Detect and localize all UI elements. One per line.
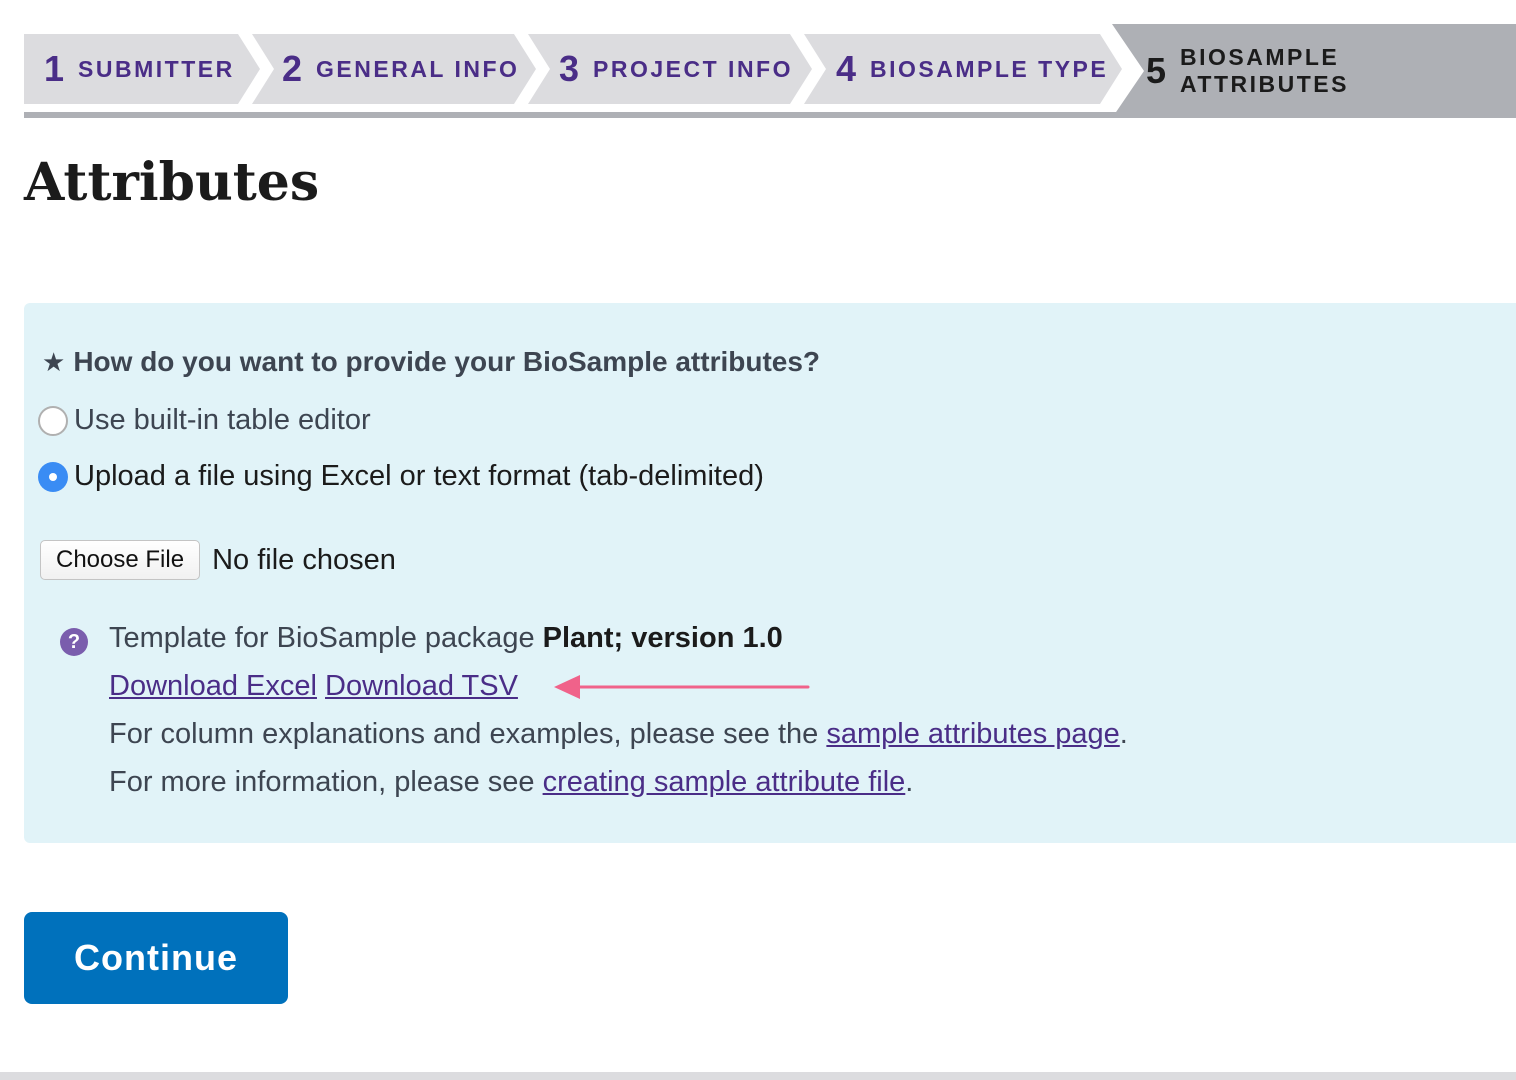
step-label: BIOSAMPLE ATTRIBUTES xyxy=(1180,44,1349,97)
page-title: Attributes xyxy=(24,152,320,213)
step-biosample-type[interactable]: 4 BIOSAMPLE TYPE xyxy=(804,34,1122,104)
continue-button[interactable]: Continue xyxy=(24,912,288,1004)
step-indicator-rule xyxy=(24,112,1516,118)
step-number: 5 xyxy=(1146,50,1167,91)
template-info: Template for BioSample package Plant; ve… xyxy=(109,622,783,655)
template-prefix: Template for BioSample package xyxy=(109,622,543,654)
more-prefix: For more information, please see xyxy=(109,766,543,798)
option-upload-file[interactable]: Upload a file using Excel or text format… xyxy=(38,460,764,493)
file-input: Choose File No file chosen xyxy=(40,540,396,580)
step-label: PROJECT INFO xyxy=(593,55,793,82)
template-package: Plant; version 1.0 xyxy=(542,622,783,654)
step-label: BIOSAMPLE TYPE xyxy=(870,55,1109,82)
step-number: 1 xyxy=(44,48,65,89)
annotation-arrow-icon xyxy=(554,675,810,699)
step-submitter[interactable]: 1 SUBMITTER xyxy=(24,34,260,104)
download-excel-link[interactable]: Download Excel xyxy=(109,670,317,702)
step-general-info[interactable]: 2 GENERAL INFO xyxy=(252,34,536,104)
radio-table-editor[interactable] xyxy=(38,405,68,436)
step-indicator: 1 SUBMITTER 2 GENERAL INFO 3 PROJECT INF… xyxy=(0,0,1516,120)
step-label: SUBMITTER xyxy=(78,55,235,82)
question-circle-icon[interactable]: ? xyxy=(60,628,88,656)
creating-sample-attribute-file-link[interactable]: creating sample attribute file xyxy=(543,766,906,798)
radio-upload-file[interactable] xyxy=(38,461,68,492)
question-text: How do you want to provide your BioSampl… xyxy=(73,346,821,377)
columns-prefix: For column explanations and examples, pl… xyxy=(109,718,827,750)
footer-divider xyxy=(0,1072,1516,1080)
column-explanations: For column explanations and examples, pl… xyxy=(109,718,1128,751)
step-project-info[interactable]: 3 PROJECT INFO xyxy=(528,34,812,104)
option-table-editor[interactable]: Use built-in table editor xyxy=(38,404,371,437)
step-biosample-attributes[interactable]: 5 BIOSAMPLE ATTRIBUTES xyxy=(1112,24,1516,118)
download-links: Download Excel Download TSV xyxy=(109,670,518,703)
step-label: GENERAL INFO xyxy=(316,55,520,82)
step-number: 3 xyxy=(559,48,580,89)
option-label: Use built-in table editor xyxy=(74,404,371,436)
file-status-text: No file chosen xyxy=(212,543,396,576)
step-number: 4 xyxy=(836,48,857,89)
step-number: 2 xyxy=(282,48,303,89)
more-information: For more information, please see creatin… xyxy=(109,766,913,799)
option-label: Upload a file using Excel or text format… xyxy=(74,460,764,492)
attributes-question: ★ How do you want to provide your BioSam… xyxy=(42,346,820,378)
download-tsv-link[interactable]: Download TSV xyxy=(325,670,518,702)
more-suffix: . xyxy=(905,766,914,798)
required-star-icon: ★ xyxy=(42,346,66,377)
columns-suffix: . xyxy=(1119,718,1128,750)
choose-file-button[interactable]: Choose File xyxy=(40,540,201,580)
sample-attributes-page-link[interactable]: sample attributes page xyxy=(826,718,1119,750)
